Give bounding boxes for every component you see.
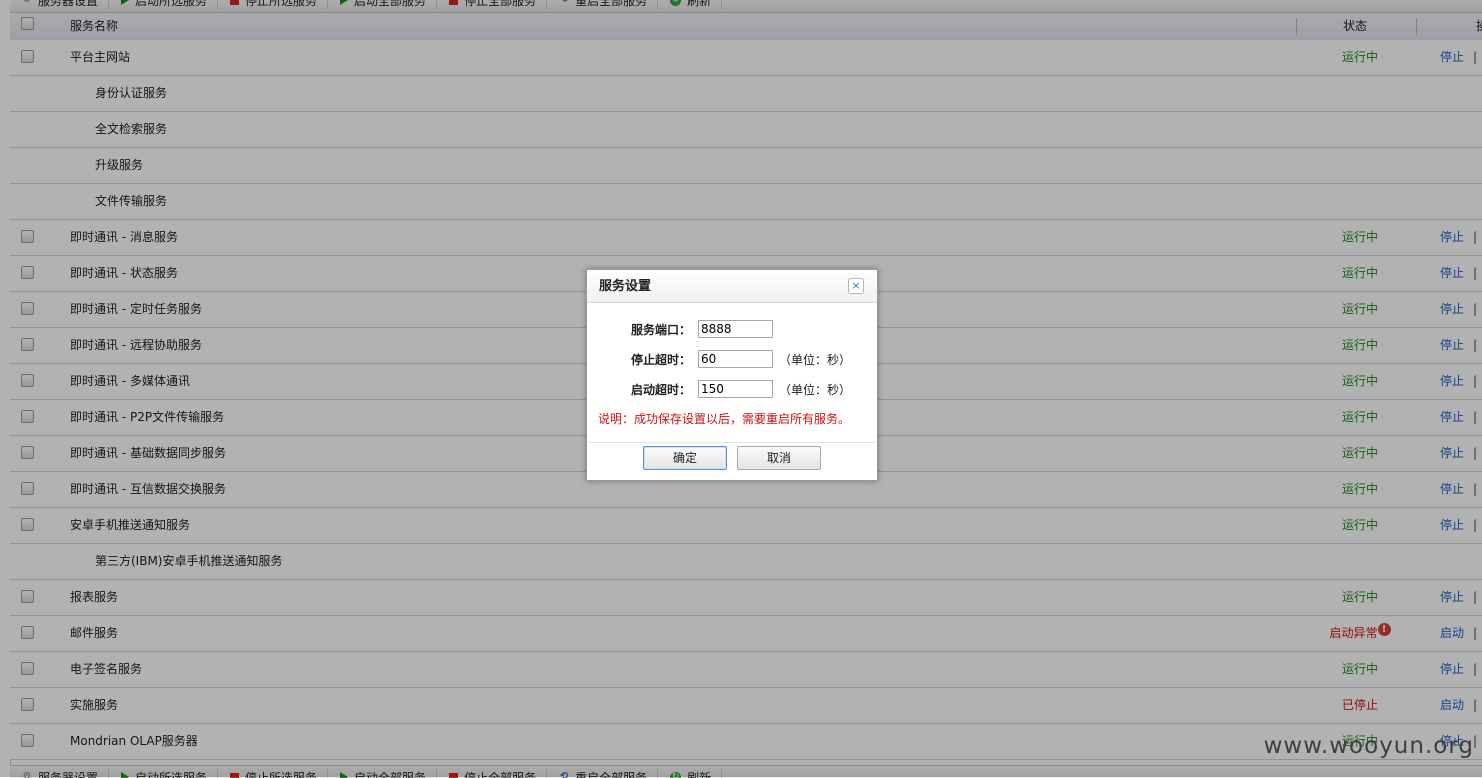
start-timeout-row: 启动超时： （单位：秒） [587,380,877,400]
start-timeout-label: 启动超时： [631,380,691,400]
close-icon[interactable]: × [848,278,864,294]
port-input[interactable] [698,320,773,338]
stop-timeout-input[interactable] [698,350,773,368]
start-timeout-unit: （单位：秒） [779,380,851,400]
dialog-divider [587,442,877,443]
cancel-button[interactable]: 取消 [737,446,821,470]
port-row: 服务端口： [587,320,877,340]
stop-timeout-row: 停止超时： （单位：秒） [587,350,877,370]
port-label: 服务端口： [631,320,691,340]
dialog-title: 服务设置 [599,270,651,304]
start-timeout-input[interactable] [698,380,773,398]
settings-note: 说明：成功保存设置以后，需要重启所有服务。 [598,410,850,427]
stop-timeout-unit: （单位：秒） [779,350,851,370]
service-settings-dialog: 服务设置 × 服务端口： 停止超时： （单位：秒） 启动超时： （单位：秒） 说… [586,269,878,481]
dialog-title-bar: 服务设置 × [587,270,877,303]
stop-timeout-label: 停止超时： [631,350,691,370]
confirm-button[interactable]: 确定 [643,446,727,470]
